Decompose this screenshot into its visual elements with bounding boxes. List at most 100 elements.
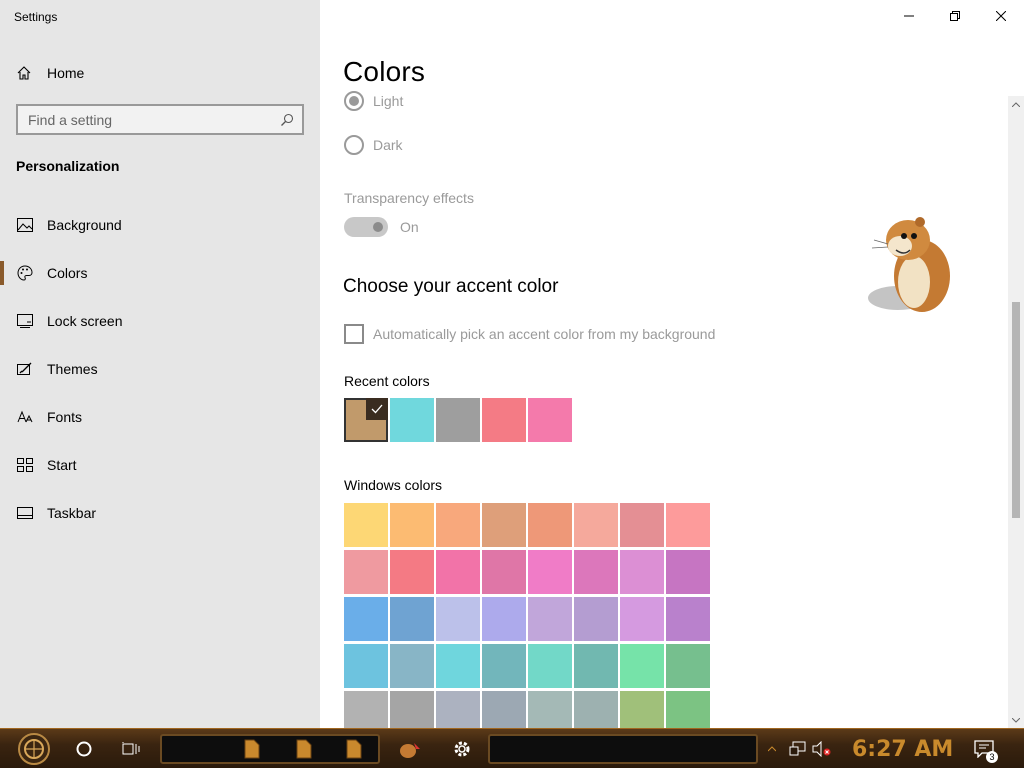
windows-color-swatch[interactable] [620,691,664,728]
windows-color-swatch[interactable] [620,503,664,547]
windows-color-swatch[interactable] [528,644,572,688]
restore-button[interactable] [932,0,978,32]
taskbar-clock[interactable]: 6:27 AM [852,737,953,762]
transparency-toggle[interactable] [344,217,388,237]
sidebar-item-label: Lock screen [47,313,123,329]
windows-color-swatch[interactable] [666,550,710,594]
search-icon[interactable] [280,113,294,127]
windows-color-swatch[interactable] [482,597,526,641]
windows-color-swatch[interactable] [666,691,710,728]
windows-color-swatch[interactable] [436,550,480,594]
recent-color-swatch[interactable] [528,398,572,442]
sidebar-item-colors[interactable]: Colors [0,249,320,297]
windows-color-swatch[interactable] [390,691,434,728]
windows-color-swatch[interactable] [482,503,526,547]
cortana-button[interactable] [70,735,98,763]
show-hidden-icons-button[interactable] [764,735,780,763]
windows-color-swatch[interactable] [574,503,618,547]
volume-muted-icon [812,741,831,757]
recent-color-swatch[interactable] [390,398,434,442]
start-orb-icon [18,733,50,765]
volume-tray-button[interactable] [808,735,836,763]
windows-color-swatch[interactable] [344,691,388,728]
auto-pick-checkbox[interactable] [344,324,364,344]
auto-pick-option[interactable]: Automatically pick an accent color from … [344,324,715,344]
taskbar-app-2[interactable] [290,735,318,763]
close-button[interactable] [978,0,1024,32]
minimize-button[interactable] [886,0,932,32]
windows-color-swatch[interactable] [666,597,710,641]
windows-color-swatch[interactable] [390,503,434,547]
taskbar-app-3[interactable] [340,735,368,763]
network-icon [789,741,806,756]
auto-pick-label: Automatically pick an accent color from … [373,326,716,342]
recent-colors [344,398,574,442]
windows-color-swatch[interactable] [574,644,618,688]
taskbar-empty-area [488,734,758,764]
home-link[interactable]: Home [16,62,84,84]
document-icon [296,739,312,759]
windows-color-swatch[interactable] [482,691,526,728]
search-box[interactable] [16,104,304,135]
taskbar-app-1[interactable] [238,735,266,763]
sidebar-item-label: Fonts [47,409,83,425]
windows-color-swatch[interactable] [344,550,388,594]
windows-color-swatch[interactable] [344,503,388,547]
sidebar-item-themes[interactable]: Themes [0,345,320,393]
windows-color-swatch[interactable] [574,550,618,594]
windows-color-swatch[interactable] [528,550,572,594]
windows-color-swatch[interactable] [620,644,664,688]
windows-color-swatch[interactable] [574,691,618,728]
windows-colors-label: Windows colors [344,477,443,493]
sidebar-item-taskbar[interactable]: Taskbar [0,489,320,537]
taskbar-settings[interactable] [448,735,476,763]
windows-color-swatch[interactable] [620,550,664,594]
start-button[interactable] [12,731,56,767]
search-input[interactable] [18,106,302,133]
start-icon [17,457,33,473]
sidebar-item-lock-screen[interactable]: Lock screen [0,297,320,345]
sidebar-item-background[interactable]: Background [0,201,320,249]
windows-color-swatch[interactable] [574,597,618,641]
fonts-icon [17,409,33,425]
windows-color-swatch[interactable] [436,503,480,547]
light-mode-option[interactable]: Light [344,91,403,111]
scroll-thumb[interactable] [1012,302,1020,518]
windows-color-swatch[interactable] [528,691,572,728]
windows-color-swatch[interactable] [436,597,480,641]
taskbar-app-hamster[interactable] [396,735,424,763]
windows-color-swatch[interactable] [436,691,480,728]
close-icon [996,11,1006,21]
windows-color-swatch[interactable] [390,597,434,641]
recent-color-swatch[interactable] [482,398,526,442]
windows-color-swatch[interactable] [528,597,572,641]
windows-color-swatch[interactable] [528,503,572,547]
windows-color-swatch[interactable] [666,503,710,547]
document-icon [346,739,362,759]
action-center-button[interactable]: 3 [970,735,998,763]
checkmark-icon [366,398,388,420]
windows-color-swatch[interactable] [390,550,434,594]
restore-icon [950,11,960,21]
windows-color-swatch[interactable] [482,550,526,594]
sidebar-item-start[interactable]: Start [0,441,320,489]
windows-color-swatch[interactable] [620,597,664,641]
light-radio[interactable] [344,91,364,111]
windows-color-swatch[interactable] [666,644,710,688]
windows-color-swatch[interactable] [390,644,434,688]
recent-color-swatch[interactable] [436,398,480,442]
dark-radio[interactable] [344,135,364,155]
hamster-desktop-pet [868,217,950,312]
dark-mode-option[interactable]: Dark [344,135,403,155]
windows-color-swatch[interactable] [482,644,526,688]
task-view-button[interactable] [117,735,145,763]
sidebar-item-fonts[interactable]: Fonts [0,393,320,441]
scroll-down-icon[interactable] [1008,712,1024,728]
main-scrollbar[interactable] [1008,96,1024,728]
scroll-up-icon[interactable] [1008,96,1024,112]
document-icon [244,739,260,759]
recent-color-swatch-selected[interactable] [344,398,388,442]
windows-color-swatch[interactable] [436,644,480,688]
windows-color-swatch[interactable] [344,644,388,688]
windows-color-swatch[interactable] [344,597,388,641]
